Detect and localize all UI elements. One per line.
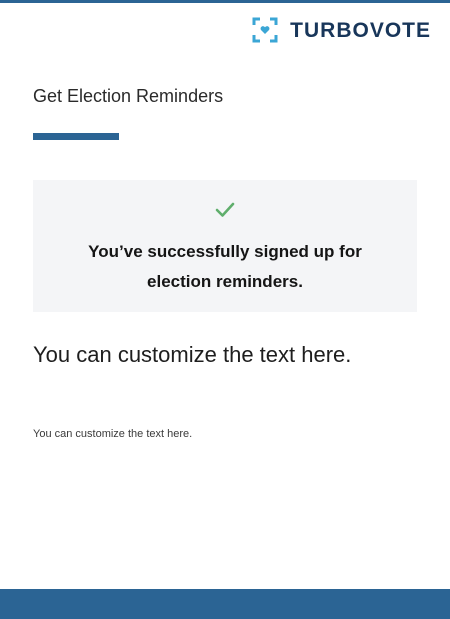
logo-wordmark: TURBOVOTE	[290, 18, 431, 42]
success-message: You’ve successfully signed up for electi…	[88, 242, 362, 291]
turbovote-logo: TURBOVOTE	[252, 16, 431, 44]
footer-bar	[0, 589, 450, 619]
turbovote-ballot-heart-icon	[252, 17, 278, 43]
check-icon	[215, 202, 235, 217]
success-panel: You’ve successfully signed up for electi…	[33, 180, 417, 312]
title-underline	[33, 133, 119, 140]
small-text: You can customize the text here.	[33, 428, 193, 440]
page-title: Get Election Reminders	[33, 86, 224, 106]
top-border	[0, 0, 450, 3]
lead-text: You can customize the text here.	[33, 342, 352, 367]
